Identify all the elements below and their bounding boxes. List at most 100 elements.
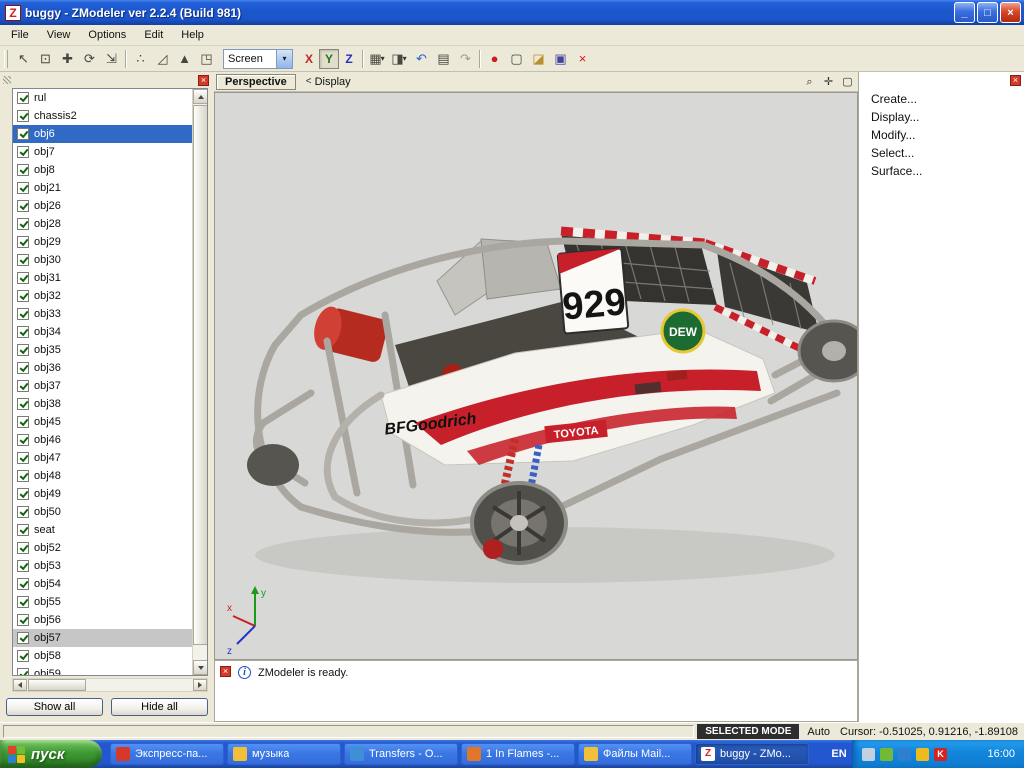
minimize-button[interactable]: _ — [954, 2, 975, 23]
task-buggy[interactable]: Z buggy - ZMo... — [695, 743, 809, 765]
save-button[interactable]: ▣ — [549, 48, 571, 70]
object-row[interactable]: obj56 — [13, 611, 192, 629]
axis-x-button[interactable]: X — [299, 49, 319, 69]
object-row[interactable]: obj34 — [13, 323, 192, 341]
back-chevron-icon[interactable]: < — [306, 76, 312, 87]
object-row[interactable]: obj59 — [13, 665, 192, 675]
close-button[interactable]: × — [1000, 2, 1021, 23]
object-row[interactable]: obj55 — [13, 593, 192, 611]
surface-menu-item[interactable]: Surface... — [859, 162, 1024, 180]
history-button[interactable]: ▤ — [432, 48, 454, 70]
view-dropdown-button[interactable]: ◨▾ — [388, 48, 410, 70]
visibility-checkbox[interactable] — [17, 398, 29, 410]
open-file-button[interactable]: ◪ — [527, 48, 549, 70]
task-mail-files[interactable]: Файлы Mail... — [578, 743, 692, 765]
task-inflames[interactable]: 1 In Flames -... — [461, 743, 575, 765]
visibility-checkbox[interactable] — [17, 200, 29, 212]
pan-tool-icon[interactable]: ✛ — [820, 74, 837, 90]
object-row[interactable]: obj30 — [13, 251, 192, 269]
visibility-checkbox[interactable] — [17, 506, 29, 518]
faces-mode-button[interactable]: ▲ — [173, 48, 195, 70]
scroll-down-icon[interactable] — [193, 660, 208, 675]
task-express[interactable]: Экспресс-па... — [110, 743, 224, 765]
update-icon[interactable] — [916, 748, 929, 761]
hscrollbar-thumb[interactable] — [28, 679, 86, 691]
visibility-checkbox[interactable] — [17, 596, 29, 608]
visibility-checkbox[interactable] — [17, 434, 29, 446]
visibility-checkbox[interactable] — [17, 614, 29, 626]
visibility-checkbox[interactable] — [17, 128, 29, 140]
message-panel-close-icon[interactable]: × — [220, 666, 231, 677]
language-indicator[interactable]: EN — [826, 740, 852, 768]
material-dropdown-button[interactable]: ▦▾ — [366, 48, 388, 70]
visibility-checkbox[interactable] — [17, 272, 29, 284]
axis-y-button[interactable]: Y — [319, 49, 339, 69]
object-row[interactable]: obj57 — [13, 629, 192, 647]
object-row[interactable]: obj53 — [13, 557, 192, 575]
object-row[interactable]: obj8 — [13, 161, 192, 179]
vertices-mode-button[interactable]: ∴ — [129, 48, 151, 70]
toolbar-grip[interactable] — [4, 50, 8, 68]
object-row[interactable]: obj6 — [13, 125, 192, 143]
visibility-checkbox[interactable] — [17, 254, 29, 266]
object-row[interactable]: obj54 — [13, 575, 192, 593]
menu-view[interactable]: View — [38, 26, 80, 44]
screen-combo[interactable]: Screen ▾ — [223, 49, 293, 69]
volume-icon[interactable] — [862, 748, 875, 761]
commands-panel-close-icon[interactable]: × — [1010, 75, 1021, 86]
visibility-checkbox[interactable] — [17, 146, 29, 158]
zoom-tool-icon[interactable]: ⌕ — [801, 75, 818, 91]
undo-button[interactable]: ↶ — [410, 48, 432, 70]
visibility-checkbox[interactable] — [17, 218, 29, 230]
move-tool-button[interactable]: ✚ — [56, 48, 78, 70]
object-row[interactable]: obj31 — [13, 269, 192, 287]
messenger-icon[interactable] — [880, 748, 893, 761]
visibility-checkbox[interactable] — [17, 470, 29, 482]
create-menu-item[interactable]: Create... — [859, 90, 1024, 108]
delete-button[interactable]: × — [571, 48, 593, 70]
visibility-checkbox[interactable] — [17, 326, 29, 338]
start-button[interactable]: пуск — [0, 740, 102, 768]
object-row[interactable]: obj52 — [13, 539, 192, 557]
object-row[interactable]: seat — [13, 521, 192, 539]
object-row[interactable]: obj48 — [13, 467, 192, 485]
scroll-left-icon[interactable] — [13, 679, 27, 691]
object-row[interactable]: obj37 — [13, 377, 192, 395]
visibility-checkbox[interactable] — [17, 452, 29, 464]
task-music[interactable]: музыка — [227, 743, 341, 765]
maximize-view-icon[interactable]: ▢ — [839, 74, 856, 90]
antivirus-icon[interactable]: K — [934, 748, 947, 761]
maximize-button[interactable]: □ — [977, 2, 998, 23]
visibility-checkbox[interactable] — [17, 110, 29, 122]
scroll-right-icon[interactable] — [193, 679, 207, 691]
object-row[interactable]: rul — [13, 89, 192, 107]
visibility-checkbox[interactable] — [17, 542, 29, 554]
object-row[interactable]: obj47 — [13, 449, 192, 467]
redo-button[interactable]: ↷ — [454, 48, 476, 70]
visibility-checkbox[interactable] — [17, 650, 29, 662]
record-button[interactable]: ● — [483, 48, 505, 70]
object-row[interactable]: obj29 — [13, 233, 192, 251]
visibility-checkbox[interactable] — [17, 488, 29, 500]
visibility-checkbox[interactable] — [17, 344, 29, 356]
object-row[interactable]: obj49 — [13, 485, 192, 503]
scheduler-icon[interactable] — [898, 748, 911, 761]
scroll-up-icon[interactable] — [193, 89, 208, 104]
visibility-checkbox[interactable] — [17, 362, 29, 374]
visibility-checkbox[interactable] — [17, 578, 29, 590]
select-area-tool-button[interactable]: ⊡ — [34, 48, 56, 70]
modify-menu-item[interactable]: Modify... — [859, 126, 1024, 144]
menu-help[interactable]: Help — [172, 26, 213, 44]
object-row[interactable]: obj58 — [13, 647, 192, 665]
visibility-checkbox[interactable] — [17, 290, 29, 302]
object-row[interactable]: obj35 — [13, 341, 192, 359]
objects-panel-close-icon[interactable]: × — [198, 75, 209, 86]
show-all-button[interactable]: Show all — [6, 698, 103, 716]
object-row[interactable]: obj26 — [13, 197, 192, 215]
display-breadcrumb[interactable]: Display — [315, 76, 351, 88]
visibility-checkbox[interactable] — [17, 164, 29, 176]
viewport-canvas[interactable]: 929 BFGoodrich TOYOTA DEW — [214, 92, 858, 660]
perspective-tab[interactable]: Perspective — [216, 74, 296, 90]
menu-edit[interactable]: Edit — [135, 26, 172, 44]
select-tool-button[interactable]: ↖ — [12, 48, 34, 70]
